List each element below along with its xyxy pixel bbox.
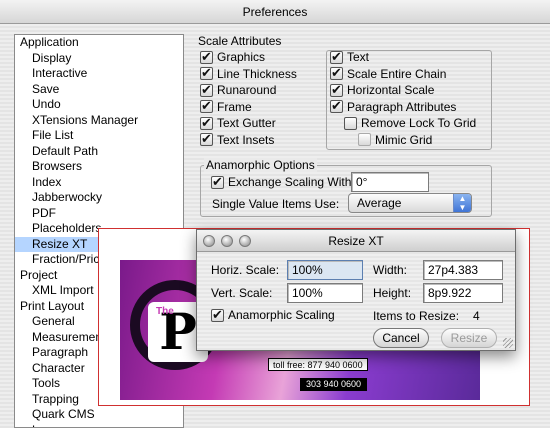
checkbox-box[interactable] <box>200 131 213 147</box>
exchange-scaling-checkbox[interactable]: Exchange Scaling Within: <box>211 174 365 190</box>
window-titlebar: Preferences <box>0 0 550 24</box>
checkbox-horizontal-scale[interactable]: Horizontal Scale <box>330 82 435 98</box>
checkbox-label: Remove Lock To Grid <box>361 116 477 130</box>
checkbox-label: Paragraph Attributes <box>347 99 457 114</box>
checkbox-box[interactable] <box>344 116 357 130</box>
checkbox-box[interactable] <box>200 49 213 65</box>
resize-button[interactable]: Resize <box>441 328 497 348</box>
items-to-resize-label: Items to Resize: <box>373 309 460 323</box>
popup-arrows-icon: ▲ ▼ <box>453 194 471 212</box>
checkbox-label: Mimic Grid <box>375 132 433 147</box>
checkbox-label: Text Gutter <box>217 116 276 130</box>
anamorphic-options-heading: Anamorphic Options <box>204 158 317 172</box>
checkbox-text-insets[interactable]: Text Insets <box>200 131 275 147</box>
cancel-button[interactable]: Cancel <box>373 328 429 348</box>
checkbox-box[interactable] <box>330 49 343 65</box>
checkbox-remove-lock-to-grid[interactable]: Remove Lock To Grid <box>344 116 476 130</box>
height-label: Height: <box>373 286 412 300</box>
sidebar-item-save[interactable]: Save <box>15 82 183 98</box>
sidebar-item-display[interactable]: Display <box>15 51 183 67</box>
exchange-scaling-field[interactable]: 0° <box>351 172 429 192</box>
anamorphic-scaling-checkbox[interactable]: Anamorphic Scaling <box>211 307 335 323</box>
dialog-title: Resize XT <box>328 234 384 248</box>
scale-attributes-heading: Scale Attributes <box>198 34 282 48</box>
checkbox-label: Text Insets <box>217 132 275 147</box>
checkbox-text[interactable]: Text <box>330 49 370 65</box>
sidebar-item-xtensions-manager[interactable]: XTensions Manager <box>15 113 183 129</box>
sidebar-item-default-path[interactable]: Default Path <box>15 144 183 160</box>
window-title: Preferences <box>242 5 308 19</box>
sidebar-item-pdf[interactable]: PDF <box>15 206 183 222</box>
checkbox-label: Scale Entire Chain <box>347 66 447 81</box>
sidebar-item-index[interactable]: Index <box>15 175 183 191</box>
checkbox-paragraph-attributes[interactable]: Paragraph Attributes <box>330 98 457 114</box>
sidebar-item-browsers[interactable]: Browsers <box>15 159 183 175</box>
items-to-resize-value: 4 <box>473 309 480 323</box>
checkbox-box[interactable] <box>211 307 224 323</box>
checkbox-box[interactable] <box>200 98 213 114</box>
checkbox-box[interactable] <box>358 133 371 146</box>
checkbox-text-gutter[interactable]: Text Gutter <box>200 115 276 131</box>
checkbox-box[interactable] <box>330 82 343 98</box>
checkbox-label: Runaround <box>217 83 277 97</box>
phone-tag: toll free: 877 940 0600 <box>268 358 368 371</box>
checkbox-label: Frame <box>217 99 252 114</box>
checkbox-label: Line Thickness <box>217 66 297 81</box>
sidebar-item-file-list[interactable]: File List <box>15 128 183 144</box>
resize-xt-dialog: Resize XT Horiz. Scale: 100% Vert. Scale… <box>196 229 516 351</box>
sidebar-item-jabberwocky[interactable]: Jabberwocky <box>15 190 183 206</box>
checkbox-mimic-grid[interactable]: Mimic Grid <box>358 133 432 147</box>
exchange-scaling-label: Exchange Scaling Within: <box>228 175 365 189</box>
horiz-scale-label: Horiz. Scale: <box>211 263 280 277</box>
artwork-logo-small: The <box>156 306 174 317</box>
checkbox-box[interactable] <box>200 65 213 81</box>
vert-scale-label: Vert. Scale: <box>211 286 273 300</box>
checkbox-label: Text <box>347 50 370 64</box>
checkbox-frame[interactable]: Frame <box>200 98 252 114</box>
single-value-selected: Average <box>357 196 402 210</box>
anamorphic-scaling-label: Anamorphic Scaling <box>228 308 335 322</box>
checkbox-label: Graphics <box>217 50 266 64</box>
phone-tag-2: 303 940 0600 <box>300 378 368 391</box>
checkbox-box[interactable] <box>330 98 343 114</box>
single-value-popup[interactable]: Average ▲ ▼ <box>348 193 472 213</box>
single-value-label: Single Value Items Use: <box>212 197 340 211</box>
close-button-icon[interactable] <box>203 235 215 247</box>
width-field[interactable]: 27p4.383 <box>423 260 503 280</box>
sidebar-item-interactive[interactable]: Interactive <box>15 66 183 82</box>
vert-scale-field[interactable]: 100% <box>287 283 363 303</box>
dialog-titlebar: Resize XT <box>197 230 515 252</box>
sidebar-item-quark-cms[interactable]: Quark CMS <box>15 407 183 423</box>
checkbox-graphics[interactable]: Graphics <box>200 49 266 65</box>
checkbox-box[interactable] <box>211 174 224 190</box>
sidebar-item-undo[interactable]: Undo <box>15 97 183 113</box>
checkbox-box[interactable] <box>330 65 343 81</box>
checkbox-scale-entire-chain[interactable]: Scale Entire Chain <box>330 65 447 81</box>
sidebar-item-layers[interactable]: Layers <box>15 423 183 428</box>
checkbox-runaround[interactable]: Runaround <box>200 82 277 98</box>
checkbox-box[interactable] <box>200 82 213 98</box>
minimize-button-icon[interactable] <box>221 235 233 247</box>
checkbox-line-thickness[interactable]: Line Thickness <box>200 65 297 81</box>
checkbox-label: Horizontal Scale <box>347 83 435 97</box>
width-label: Width: <box>373 263 408 277</box>
checkbox-box[interactable] <box>200 115 213 131</box>
sidebar-item-application[interactable]: Application <box>15 35 183 51</box>
horiz-scale-field[interactable]: 100% <box>287 260 363 280</box>
resize-grip-icon[interactable] <box>503 338 513 348</box>
zoom-button-icon[interactable] <box>239 235 251 247</box>
height-field[interactable]: 8p9.922 <box>423 283 503 303</box>
